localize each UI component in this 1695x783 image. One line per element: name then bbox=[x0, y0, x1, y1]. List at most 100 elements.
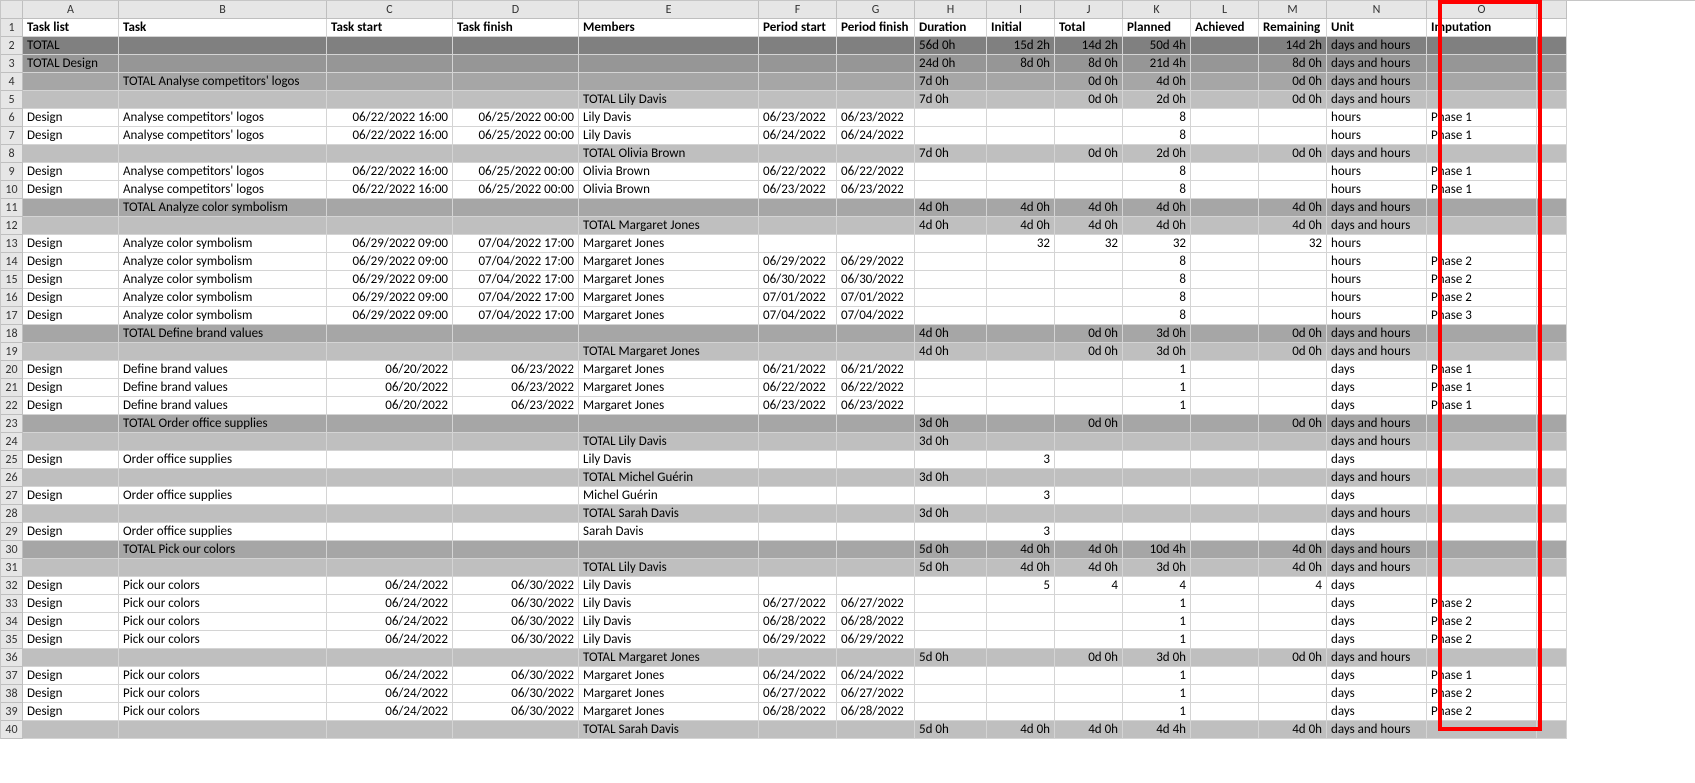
cell-P34[interactable] bbox=[1537, 613, 1567, 631]
cell-D35[interactable]: 06/30/2022 bbox=[453, 631, 579, 649]
cell-G21[interactable]: 06/22/2022 bbox=[837, 379, 915, 397]
cell-F24[interactable] bbox=[759, 433, 837, 451]
cell-G24[interactable] bbox=[837, 433, 915, 451]
cell-M12[interactable]: 4d 0h bbox=[1259, 217, 1327, 235]
cell-L6[interactable] bbox=[1191, 109, 1259, 127]
cell-I30[interactable]: 4d 0h bbox=[987, 541, 1055, 559]
cell-N37[interactable]: days bbox=[1327, 667, 1427, 685]
cell-C13[interactable]: 06/29/2022 09:00 bbox=[327, 235, 453, 253]
cell-C6[interactable]: 06/22/2022 16:00 bbox=[327, 109, 453, 127]
cell-K16[interactable]: 8 bbox=[1123, 289, 1191, 307]
cell-E40[interactable]: TOTAL Sarah Davis bbox=[579, 721, 759, 739]
cell-N12[interactable]: days and hours bbox=[1327, 217, 1427, 235]
cell-C7[interactable]: 06/22/2022 16:00 bbox=[327, 127, 453, 145]
cell-D1[interactable]: Task finish bbox=[453, 19, 579, 37]
row-header[interactable]: 19 bbox=[1, 343, 23, 361]
cell-K17[interactable]: 8 bbox=[1123, 307, 1191, 325]
cell-A3[interactable]: TOTAL Design bbox=[23, 55, 119, 73]
cell-K32[interactable]: 4 bbox=[1123, 577, 1191, 595]
cell-F11[interactable] bbox=[759, 199, 837, 217]
cell-H3[interactable]: 24d 0h bbox=[915, 55, 987, 73]
cell-F22[interactable]: 06/23/2022 bbox=[759, 397, 837, 415]
cell-H37[interactable] bbox=[915, 667, 987, 685]
cell-N13[interactable]: hours bbox=[1327, 235, 1427, 253]
cell-N36[interactable]: days and hours bbox=[1327, 649, 1427, 667]
cell-J17[interactable] bbox=[1055, 307, 1123, 325]
cell-D11[interactable] bbox=[453, 199, 579, 217]
cell-J15[interactable] bbox=[1055, 271, 1123, 289]
cell-J13[interactable]: 32 bbox=[1055, 235, 1123, 253]
cell-I25[interactable]: 3 bbox=[987, 451, 1055, 469]
cell-C25[interactable] bbox=[327, 451, 453, 469]
cell-H4[interactable]: 7d 0h bbox=[915, 73, 987, 91]
cell-D22[interactable]: 06/23/2022 bbox=[453, 397, 579, 415]
cell-I27[interactable]: 3 bbox=[987, 487, 1055, 505]
cell-H29[interactable] bbox=[915, 523, 987, 541]
cell-O3[interactable] bbox=[1427, 55, 1537, 73]
cell-M22[interactable] bbox=[1259, 397, 1327, 415]
cell-M20[interactable] bbox=[1259, 361, 1327, 379]
cell-C35[interactable]: 06/24/2022 bbox=[327, 631, 453, 649]
cell-E30[interactable] bbox=[579, 541, 759, 559]
cell-O39[interactable]: Phase 2 bbox=[1427, 703, 1537, 721]
cell-G34[interactable]: 06/28/2022 bbox=[837, 613, 915, 631]
cell-J12[interactable]: 4d 0h bbox=[1055, 217, 1123, 235]
cell-A37[interactable]: Design bbox=[23, 667, 119, 685]
cell-I33[interactable] bbox=[987, 595, 1055, 613]
cell-G14[interactable]: 06/29/2022 bbox=[837, 253, 915, 271]
cell-N11[interactable]: days and hours bbox=[1327, 199, 1427, 217]
cell-N15[interactable]: hours bbox=[1327, 271, 1427, 289]
cell-A2[interactable]: TOTAL bbox=[23, 37, 119, 55]
cell-A8[interactable] bbox=[23, 145, 119, 163]
cell-H38[interactable] bbox=[915, 685, 987, 703]
cell-C40[interactable] bbox=[327, 721, 453, 739]
row-header[interactable]: 20 bbox=[1, 361, 23, 379]
cell-O13[interactable] bbox=[1427, 235, 1537, 253]
cell-F40[interactable] bbox=[759, 721, 837, 739]
cell-A9[interactable]: Design bbox=[23, 163, 119, 181]
cell-D9[interactable]: 06/25/2022 00:00 bbox=[453, 163, 579, 181]
cell-L33[interactable] bbox=[1191, 595, 1259, 613]
cell-P7[interactable] bbox=[1537, 127, 1567, 145]
cell-M40[interactable]: 4d 0h bbox=[1259, 721, 1327, 739]
cell-F3[interactable] bbox=[759, 55, 837, 73]
cell-K21[interactable]: 1 bbox=[1123, 379, 1191, 397]
cell-F26[interactable] bbox=[759, 469, 837, 487]
cell-G37[interactable]: 06/24/2022 bbox=[837, 667, 915, 685]
cell-L17[interactable] bbox=[1191, 307, 1259, 325]
cell-J18[interactable]: 0d 0h bbox=[1055, 325, 1123, 343]
cell-C21[interactable]: 06/20/2022 bbox=[327, 379, 453, 397]
cell-G8[interactable] bbox=[837, 145, 915, 163]
cell-A18[interactable] bbox=[23, 325, 119, 343]
cell-E11[interactable] bbox=[579, 199, 759, 217]
cell-G11[interactable] bbox=[837, 199, 915, 217]
cell-G20[interactable]: 06/21/2022 bbox=[837, 361, 915, 379]
cell-E32[interactable]: Lily Davis bbox=[579, 577, 759, 595]
cell-F1[interactable]: Period start bbox=[759, 19, 837, 37]
cell-A33[interactable]: Design bbox=[23, 595, 119, 613]
cell-K25[interactable] bbox=[1123, 451, 1191, 469]
cell-J19[interactable]: 0d 0h bbox=[1055, 343, 1123, 361]
row-header[interactable]: 37 bbox=[1, 667, 23, 685]
cell-K24[interactable] bbox=[1123, 433, 1191, 451]
cell-O4[interactable] bbox=[1427, 73, 1537, 91]
cell-K36[interactable]: 3d 0h bbox=[1123, 649, 1191, 667]
cell-B37[interactable]: Pick our colors bbox=[119, 667, 327, 685]
cell-D5[interactable] bbox=[453, 91, 579, 109]
cell-H24[interactable]: 3d 0h bbox=[915, 433, 987, 451]
cell-F25[interactable] bbox=[759, 451, 837, 469]
cell-H28[interactable]: 3d 0h bbox=[915, 505, 987, 523]
cell-L31[interactable] bbox=[1191, 559, 1259, 577]
cell-B40[interactable] bbox=[119, 721, 327, 739]
cell-J28[interactable] bbox=[1055, 505, 1123, 523]
cell-B34[interactable]: Pick our colors bbox=[119, 613, 327, 631]
cell-L38[interactable] bbox=[1191, 685, 1259, 703]
cell-O37[interactable]: Phase 1 bbox=[1427, 667, 1537, 685]
cell-P20[interactable] bbox=[1537, 361, 1567, 379]
cell-F36[interactable] bbox=[759, 649, 837, 667]
cell-O30[interactable] bbox=[1427, 541, 1537, 559]
cell-J25[interactable] bbox=[1055, 451, 1123, 469]
cell-H14[interactable] bbox=[915, 253, 987, 271]
cell-C1[interactable]: Task start bbox=[327, 19, 453, 37]
cell-M28[interactable] bbox=[1259, 505, 1327, 523]
